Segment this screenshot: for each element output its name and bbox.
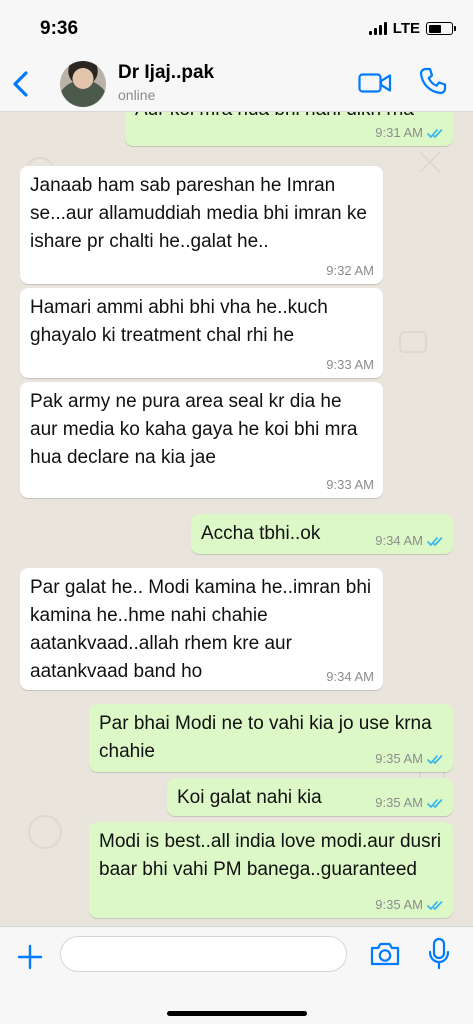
message-text: Aur koi mra hua bhi nahi dikh rha xyxy=(135,112,443,124)
message-input[interactable] xyxy=(60,936,347,972)
camera-icon[interactable] xyxy=(369,941,401,967)
message-time: 9:33 AM xyxy=(326,477,374,492)
message-bubble-incoming[interactable]: Pak army ne pura area seal kr dia he aur… xyxy=(20,382,383,498)
status-icons: LTE xyxy=(368,20,456,37)
message-text: Modi is best..all india love modi.aur du… xyxy=(99,831,442,880)
message-bubble-outgoing[interactable]: Modi is best..all india love modi.aur du… xyxy=(89,822,453,918)
message-bubble-outgoing[interactable]: Par bhai Modi ne to vahi kia jo use krna… xyxy=(89,704,453,772)
contact-status: online xyxy=(118,87,156,103)
message-bubble-outgoing[interactable]: Koi galat nahi kia 9:35 AM xyxy=(167,778,453,816)
message-bubble-outgoing[interactable]: Aur koi mra hua bhi nahi dikh rha 9:31 A… xyxy=(125,112,453,146)
read-ticks-icon xyxy=(427,128,443,138)
video-call-icon[interactable] xyxy=(358,70,392,96)
message-meta: 9:34 AM xyxy=(375,533,444,549)
status-bar: 9:36 LTE xyxy=(0,0,473,56)
message-meta: 9:35 AM xyxy=(375,897,444,913)
message-meta: 9:35 AM xyxy=(375,751,444,767)
message-time: 9:35 AM xyxy=(375,751,423,766)
message-text: Pak army ne pura area seal kr dia he aur… xyxy=(30,391,358,468)
plus-icon[interactable] xyxy=(16,943,44,971)
network-type: LTE xyxy=(392,20,420,37)
message-meta: 9:34 AM xyxy=(326,669,374,685)
message-time: 9:35 AM xyxy=(375,795,423,810)
message-text: Hamari ammi abhi bhi vha he..kuch ghayal… xyxy=(30,297,328,346)
message-time: 9:33 AM xyxy=(326,357,374,372)
message-text: Par galat he.. Modi kamina he..imran bhi… xyxy=(30,577,372,682)
message-time: 9:34 AM xyxy=(375,533,423,548)
message-meta: 9:35 AM xyxy=(375,795,444,811)
message-time: 9:32 AM xyxy=(326,263,374,278)
status-time: 9:36 xyxy=(40,18,79,39)
avatar[interactable] xyxy=(60,61,106,107)
chat-header: Dr Ijaj..pak online xyxy=(0,56,473,112)
microphone-icon[interactable] xyxy=(428,937,450,971)
message-bubble-incoming[interactable]: Par galat he.. Modi kamina he..imran bhi… xyxy=(20,568,383,690)
message-input-bar xyxy=(0,926,473,1024)
back-chevron-icon[interactable] xyxy=(8,66,36,102)
read-ticks-icon xyxy=(427,754,443,764)
message-meta: 9:33 AM xyxy=(326,357,374,373)
home-indicator[interactable] xyxy=(167,1011,307,1016)
read-ticks-icon xyxy=(427,798,443,808)
phone-icon[interactable] xyxy=(418,66,448,96)
read-ticks-icon xyxy=(427,536,443,546)
message-bubble-incoming[interactable]: Hamari ammi abhi bhi vha he..kuch ghayal… xyxy=(20,288,383,378)
message-bubble-incoming[interactable]: Janaab ham sab pareshan he Imran se...au… xyxy=(20,166,383,284)
message-time: 9:31 AM xyxy=(375,125,423,140)
battery-icon xyxy=(426,22,456,35)
read-ticks-icon xyxy=(427,900,443,910)
message-time: 9:35 AM xyxy=(375,897,423,912)
message-text: Janaab ham sab pareshan he Imran se...au… xyxy=(30,175,367,252)
chat-area[interactable]: Aur koi mra hua bhi nahi dikh rha 9:31 A… xyxy=(0,112,473,926)
contact-name[interactable]: Dr Ijaj..pak xyxy=(118,62,214,84)
message-bubble-outgoing[interactable]: Accha tbhi..ok 9:34 AM xyxy=(191,514,453,554)
signal-icon xyxy=(368,22,387,35)
message-meta: 9:32 AM xyxy=(326,263,374,279)
message-meta: 9:33 AM xyxy=(326,477,374,493)
message-time: 9:34 AM xyxy=(326,669,374,684)
message-meta: 9:31 AM xyxy=(375,125,444,141)
